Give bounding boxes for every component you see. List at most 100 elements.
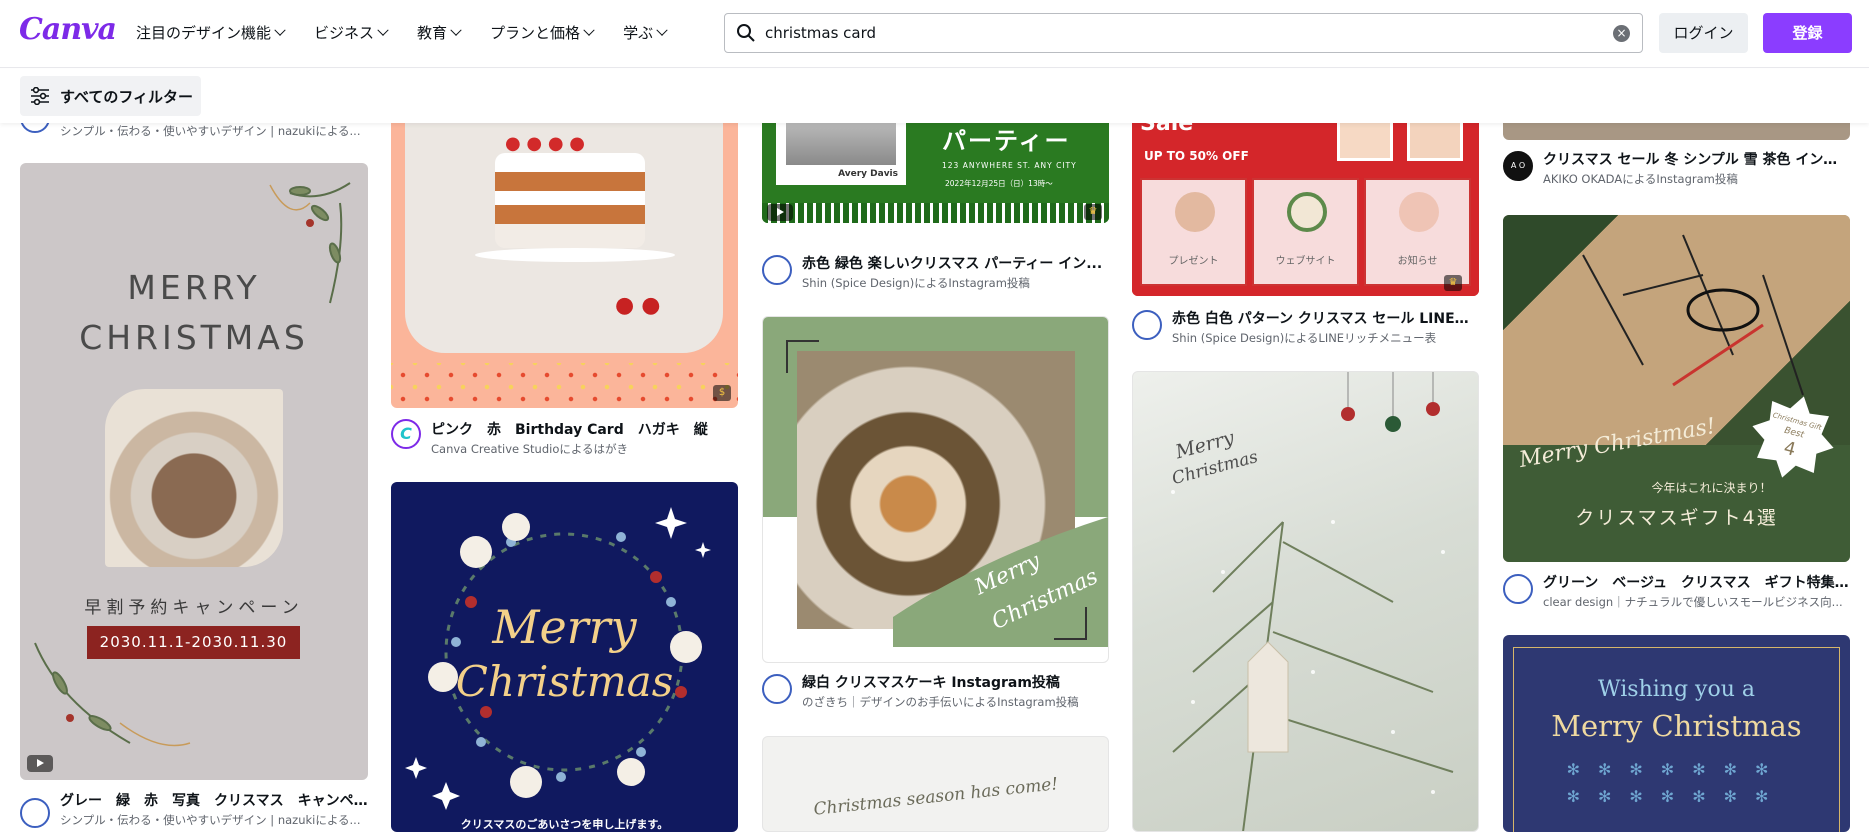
template-author: Shin (Spice Design)によるInstagram投稿 [802, 276, 1030, 290]
cake-photo: ● ● ● ● ● ● [405, 123, 723, 353]
clear-search-icon[interactable]: × [1613, 25, 1630, 42]
campaign-text: 早割予約キャンペーン [84, 598, 304, 618]
nav-featured[interactable]: 注目のデザイン機能 [136, 22, 286, 43]
template-title: 赤色 緑色 楽しいクリスマス パーティー イン... [802, 256, 1103, 272]
video-badge-icon [767, 204, 793, 221]
template-title: ピンク 赤 Birthday Card ハガキ 縦 [431, 422, 708, 438]
template-thumbnail: ● ● ● ● ● ● $ [391, 123, 738, 408]
search-icon [737, 24, 755, 42]
nav-label: 教育 [417, 24, 448, 42]
top-header: Canva 注目のデザイン機能 ビジネス 教育 プランと価格 学ぶ christ… [0, 0, 1869, 68]
template-card[interactable]: Merry Christmas クリスマスのごあいさつを申し上げます。 [391, 482, 738, 832]
discount-text: UP TO 50% OFF [1144, 149, 1249, 163]
premium-crown-icon: ♛ [1084, 204, 1102, 220]
template-title: グレー 緑 赤 写真 クリスマス キャンペ... [60, 793, 368, 809]
nav-learn[interactable]: 学ぶ [623, 22, 668, 43]
headline-line2: CHRISTMAS [79, 318, 309, 357]
template-author: clear design｜ナチュラルで優しいスモールビジネス向... [1543, 595, 1843, 609]
chevron-down-icon [377, 24, 389, 36]
template-author: Shin (Spice Design)によるLINEリッチメニュー表 [1172, 331, 1437, 345]
nav-business[interactable]: ビジネス [314, 22, 389, 43]
template-title: グリーン ベージュ クリスマス ギフト特集... [1543, 575, 1850, 591]
snowflake-row: ✻✻✻✻✻✻✻ [1566, 760, 1787, 779]
avatar [1503, 574, 1533, 604]
campaign-dates: 2030.11.1-2030.11.30 [87, 626, 300, 659]
greeting-line2: Merry Christmas [1551, 709, 1802, 743]
cake-photo [105, 389, 283, 567]
chevron-down-icon [583, 24, 595, 36]
template-title: 赤色 白色 パターン クリスマス セール LINEリ... [1172, 311, 1479, 327]
chevron-down-icon [274, 24, 286, 36]
main-nav: 注目のデザイン機能 ビジネス 教育 プランと価格 学ぶ [136, 22, 696, 43]
template-card[interactable]: A O クリスマス セール 冬 シンプル 雪 茶色 インス... AKIKO O… [1503, 123, 1850, 188]
sale-text: Sale [1140, 123, 1194, 136]
template-card[interactable]: Wishing you a Merry Christmas ✻✻✻✻✻✻✻ ✻✻… [1503, 635, 1850, 832]
nav-pricing[interactable]: プランと価格 [490, 22, 595, 43]
template-thumbnail: Merry Christmas! 今年はこれに決まり！ クリスマスギフト4選 C… [1503, 215, 1850, 562]
template-author: AKIKO OKADAによるInstagram投稿 [1543, 172, 1738, 186]
menu-button-website: ウェブサイト [1252, 178, 1359, 286]
template-grid: シンプル・伝わる・使いやすいデザイン | nazukiによる... MERRY … [0, 123, 1869, 832]
premium-crown-icon: ♛ [1444, 275, 1462, 291]
party-address: 123 ANYWHERE ST. ANY CITY [942, 161, 1077, 170]
template-thumbnail: Wishing you a Merry Christmas ✻✻✻✻✻✻✻ ✻✻… [1503, 635, 1850, 832]
template-card[interactable]: Merry Christmas! 今年はこれに決まり！ クリスマスギフト4選 C… [1503, 215, 1850, 609]
brush-stroke [786, 340, 1108, 647]
template-title: クリスマス セール 冬 シンプル 雪 茶色 インス... [1543, 152, 1850, 168]
template-title: 緑白 クリスマスケーキ Instagram投稿 [802, 675, 1060, 691]
greeting-footer: クリスマスのごあいさつを申し上げます。 [460, 818, 669, 831]
template-author: シンプル・伝わる・使いやすいデザイン | nazukiによる... [60, 813, 361, 827]
menu-label: ウェブサイト [1275, 256, 1336, 267]
template-card[interactable]: Avery Davis パーティー 123 ANYWHERE ST. ANY C… [762, 123, 1109, 293]
nav-label: ビジネス [314, 24, 375, 42]
template-card[interactable]: Sale UP TO 50% OFF プレゼント ウェブサイト お知らせ ♛ 赤… [1132, 123, 1479, 348]
template-card[interactable]: ● ● ● ● ● ● $ C ピンク 赤 Birthday Card ハガキ … [391, 123, 738, 463]
template-card[interactable]: Merry Christmas 緑白 クリスマスケーキ Instagram投稿 … [762, 316, 1109, 716]
template-thumbnail: Merry Christmas [1132, 371, 1479, 832]
search-input[interactable]: christmas card × [724, 13, 1643, 53]
template-thumbnail: Christmas season has come! [762, 736, 1109, 832]
nav-label: 学ぶ [623, 24, 654, 42]
headline-christmas: Christmas [455, 657, 674, 706]
snowflake-row: ✻✻✻✻✻✻✻ [1566, 787, 1787, 806]
template-thumbnail: Merry Christmas [762, 316, 1109, 663]
kid-photo [1337, 123, 1393, 161]
template-thumbnail: MERRY CHRISTMAS 早割予約キャンペーン 2030.11.1-203… [20, 163, 368, 780]
kid-photo [1407, 123, 1463, 161]
gift-heading: クリスマスギフト4選 [1575, 507, 1778, 529]
search-value: christmas card [765, 24, 877, 42]
register-button[interactable]: 登録 [1763, 13, 1852, 53]
avatar [20, 123, 50, 133]
chevron-down-icon [656, 24, 668, 36]
template-thumbnail: Sale UP TO 50% OFF プレゼント ウェブサイト お知らせ ♛ [1132, 123, 1479, 296]
template-thumbnail: Avery Davis パーティー 123 ANYWHERE ST. ANY C… [762, 123, 1109, 223]
template-thumbnail [1503, 123, 1850, 140]
avatar: C [391, 419, 421, 449]
dot-pattern [391, 363, 738, 408]
template-card[interactable]: Christmas season has come! [762, 736, 1109, 832]
avatar [1132, 310, 1162, 340]
tree-pattern [762, 203, 1109, 223]
all-filters-button[interactable]: すべてのフィルター [20, 76, 201, 116]
avatar [762, 255, 792, 285]
party-date: 2022年12月25日（日）13時～ [945, 179, 1053, 188]
template-card[interactable]: シンプル・伝わる・使いやすいデザイン | nazukiによる... [20, 123, 368, 143]
template-card[interactable]: Merry Christmas [1132, 371, 1479, 832]
template-card[interactable]: MERRY CHRISTMAS 早割予約キャンペーン 2030.11.1-203… [20, 163, 368, 832]
nav-education[interactable]: 教育 [417, 22, 462, 43]
headline-line1: MERRY [127, 268, 261, 307]
avatar [762, 674, 792, 704]
nav-label: プランと価格 [490, 24, 581, 42]
tagline: 今年はこれに決まり！ [1651, 481, 1772, 495]
all-filters-label: すべてのフィルター [60, 87, 194, 106]
menu-button-present: プレゼント [1140, 178, 1247, 286]
menu-label: お知らせ [1397, 256, 1438, 267]
template-author: シンプル・伝わる・使いやすいデザイン | nazukiによる... [60, 124, 361, 138]
login-button[interactable]: ログイン [1659, 13, 1748, 53]
nav-label: 注目のデザイン機能 [136, 24, 272, 42]
canva-logo[interactable]: Canva [19, 12, 117, 47]
video-badge-icon [27, 755, 53, 772]
photo-frame: Avery Davis [776, 123, 906, 185]
filter-bar: すべてのフィルター [0, 69, 1869, 123]
menu-button-news: お知らせ [1364, 178, 1471, 286]
